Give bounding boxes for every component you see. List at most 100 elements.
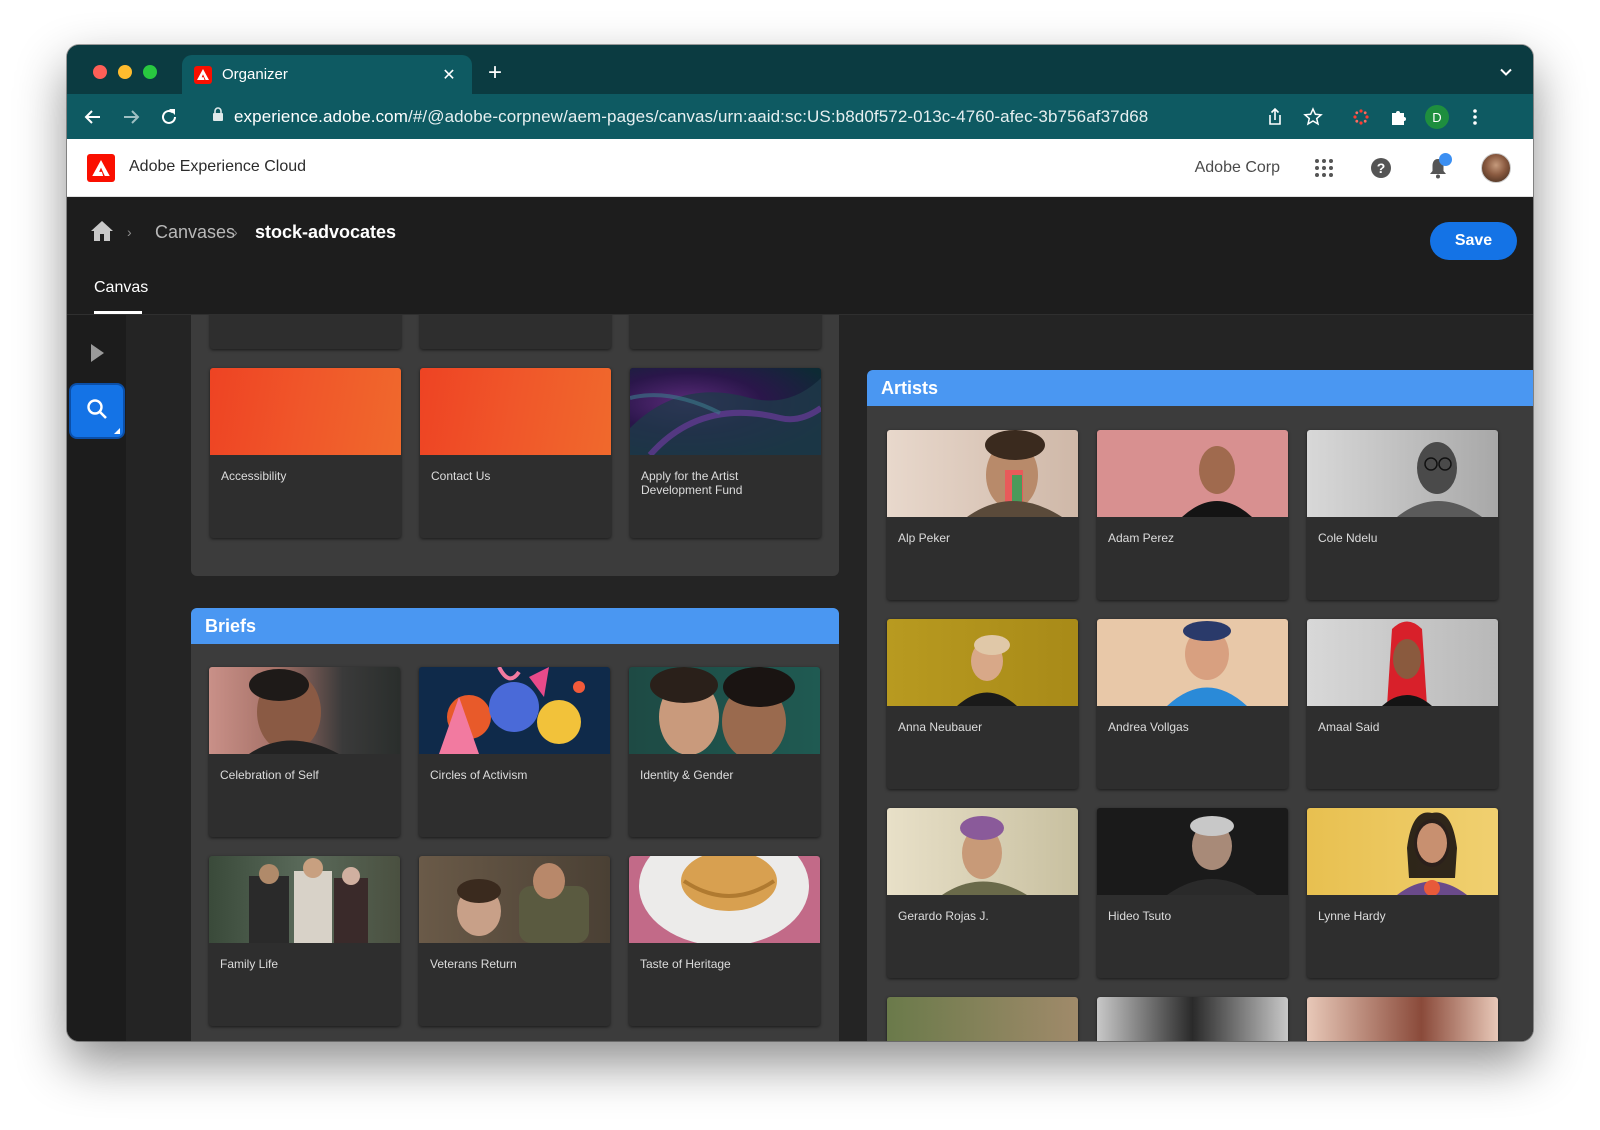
home-icon[interactable]: [90, 220, 114, 244]
card-image: [1307, 430, 1498, 517]
browser-menu-icon[interactable]: [1461, 103, 1489, 131]
select-pointer-tool[interactable]: [79, 335, 115, 371]
address-bar[interactable]: experience.adobe.com/#/@adobe-corpnew/ae…: [200, 99, 1300, 134]
app-switcher-grid-icon[interactable]: [1309, 153, 1339, 183]
card-artist[interactable]: Hideo Tsuto: [1097, 808, 1288, 978]
card-artist[interactable]: Lynne Hardy: [1307, 808, 1498, 978]
card-label: Identity & Gender: [640, 768, 734, 782]
tab-search-chevron-icon[interactable]: [1499, 65, 1513, 79]
browser-toolbar: experience.adobe.com/#/@adobe-corpnew/ae…: [67, 94, 1533, 139]
card-image: [1097, 808, 1288, 895]
tab-canvas[interactable]: Canvas: [94, 279, 148, 297]
forward-button[interactable]: [117, 103, 145, 131]
search-tool-button[interactable]: [71, 385, 123, 437]
close-tab-icon[interactable]: ✕: [438, 65, 460, 85]
card-artist[interactable]: Andrea Vollgas: [1097, 619, 1288, 789]
card-veterans-return[interactable]: Veterans Return: [419, 856, 610, 1026]
shell-title[interactable]: Adobe Experience Cloud: [129, 158, 306, 176]
card-artist[interactable]: Gerardo Rojas J.: [887, 808, 1078, 978]
minimize-window-button[interactable]: [118, 65, 132, 79]
card-artist-development-fund[interactable]: Apply for the Artist Development Fund: [630, 368, 821, 538]
card-image: [1097, 997, 1288, 1041]
card-label: Andrea Vollgas: [1108, 720, 1189, 734]
card-artist-partial[interactable]: [887, 997, 1078, 1041]
card-image: [1097, 430, 1288, 517]
card-image: [1307, 997, 1498, 1041]
notification-badge: [1439, 153, 1452, 166]
bookmark-star-icon[interactable]: [1299, 103, 1327, 131]
card-contact-us[interactable]: Contact Us: [420, 368, 611, 538]
close-window-button[interactable]: [93, 65, 107, 79]
card-artist[interactable]: Cole Ndelu: [1307, 430, 1498, 600]
card-label: Gerardo Rojas J.: [898, 909, 989, 923]
card-image: [1307, 808, 1498, 895]
card-label: Family Life: [220, 957, 279, 971]
card-accessibility[interactable]: Accessibility: [210, 368, 401, 538]
corner-triangle-icon: [114, 428, 120, 434]
card-partial[interactable]: [420, 315, 611, 349]
help-icon[interactable]: ?: [1366, 153, 1396, 183]
artists-panel-title: Artists: [867, 370, 1533, 406]
breadcrumb-current-page: stock-advocates: [255, 222, 397, 242]
card-image: [887, 430, 1078, 517]
notifications-bell-icon[interactable]: [1423, 153, 1453, 183]
card-artist[interactable]: Amaal Said: [1307, 619, 1498, 789]
profile-button[interactable]: D: [1423, 103, 1451, 131]
adobe-favicon-icon: [194, 65, 212, 84]
save-button[interactable]: Save: [1430, 222, 1517, 260]
browser-window: Organizer ✕ + experience.adobe.com/#/@ad…: [67, 45, 1533, 1041]
card-circles-of-activism[interactable]: Circles of Activism: [419, 667, 610, 837]
breadcrumb-canvases[interactable]: Canvases: [155, 222, 235, 243]
reload-button[interactable]: [155, 103, 183, 131]
maximize-window-button[interactable]: [143, 65, 157, 79]
card-label: Adam Perez: [1108, 531, 1175, 545]
card-image: [887, 619, 1078, 706]
url-host: experience.adobe.com: [234, 106, 409, 126]
links-panel: Accessibility Contact Us Apply for the A…: [191, 315, 839, 576]
card-taste-of-heritage[interactable]: Taste of Heritage: [629, 856, 820, 1026]
user-avatar-button[interactable]: [1481, 153, 1511, 183]
card-artist-partial[interactable]: [1307, 997, 1498, 1041]
card-image: [420, 368, 611, 455]
card-image: [629, 856, 820, 943]
url-text: experience.adobe.com/#/@adobe-corpnew/ae…: [234, 107, 1148, 127]
adobe-logo-icon[interactable]: [87, 154, 115, 182]
card-label: Alp Peker: [898, 531, 951, 545]
card-image: [209, 667, 400, 754]
breadcrumb-chevron-icon: ›: [127, 224, 132, 240]
card-label: Celebration of Self: [220, 768, 319, 782]
card-family-life[interactable]: Family Life: [209, 856, 400, 1026]
svg-text:?: ?: [1377, 160, 1386, 176]
artists-panel: Artists Alp Peker Adam Perez Cole Ndelu: [867, 370, 1533, 1041]
canvas-area[interactable]: Accessibility Contact Us Apply for the A…: [126, 315, 1533, 1041]
card-label: Circles of Activism: [430, 768, 528, 782]
card-artist[interactable]: Alp Peker: [887, 430, 1078, 600]
card-artist-partial[interactable]: [1097, 997, 1288, 1041]
card-partial[interactable]: [210, 315, 401, 349]
browser-tab[interactable]: Organizer ✕: [182, 55, 472, 94]
card-image: [1307, 619, 1498, 706]
card-celebration-of-self[interactable]: Celebration of Self: [209, 667, 400, 837]
briefs-panel: Briefs Celebration of Self Circles of Ac…: [191, 608, 839, 1041]
extensions-puzzle-icon[interactable]: [1385, 103, 1413, 131]
card-image: [1097, 619, 1288, 706]
tool-rail: [67, 315, 126, 1041]
new-tab-button[interactable]: +: [482, 60, 508, 86]
card-label: Cole Ndelu: [1318, 531, 1378, 545]
card-label: Veterans Return: [430, 957, 517, 971]
extension-dots-icon[interactable]: [1347, 103, 1375, 131]
share-icon[interactable]: [1261, 103, 1289, 131]
card-identity-and-gender[interactable]: Identity & Gender: [629, 667, 820, 837]
search-icon: [86, 398, 108, 425]
back-button[interactable]: [79, 103, 107, 131]
card-image: [210, 368, 401, 455]
briefs-panel-title: Briefs: [191, 608, 839, 644]
card-artist[interactable]: Adam Perez: [1097, 430, 1288, 600]
card-partial[interactable]: [630, 315, 821, 349]
card-label: Contact Us: [431, 469, 491, 483]
card-image: [419, 856, 610, 943]
card-label: Taste of Heritage: [640, 957, 731, 971]
org-switcher[interactable]: Adobe Corp: [1195, 159, 1280, 177]
card-artist[interactable]: Anna Neubauer: [887, 619, 1078, 789]
card-image: [887, 808, 1078, 895]
